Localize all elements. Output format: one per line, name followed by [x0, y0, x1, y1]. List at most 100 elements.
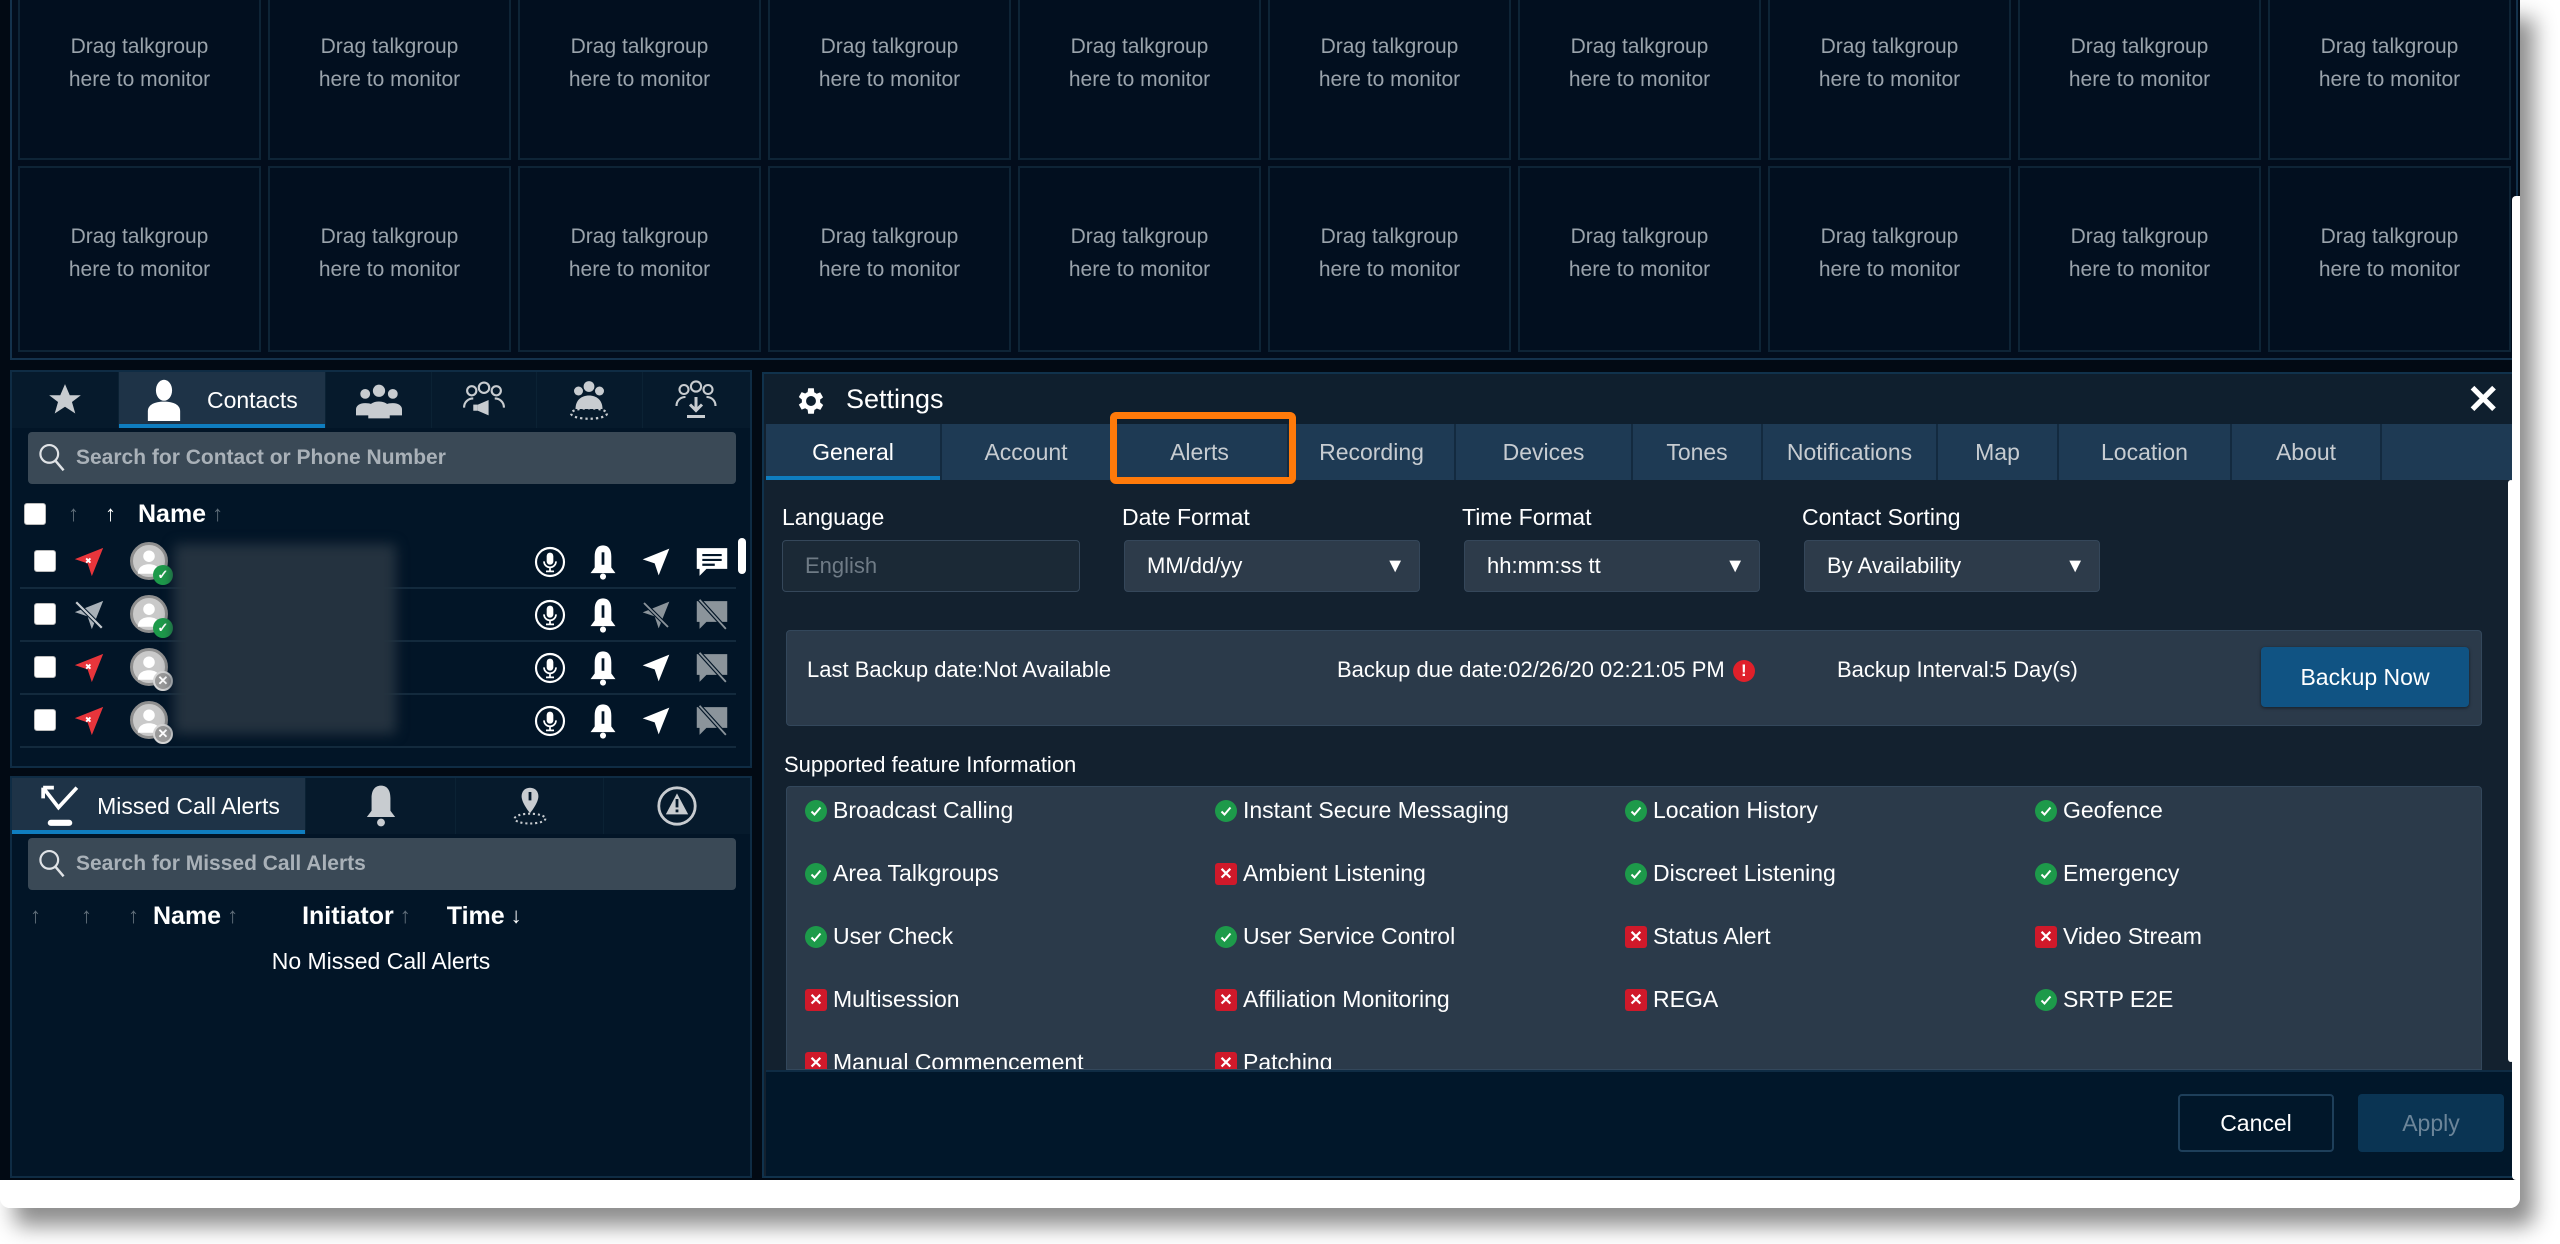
monitor-tile[interactable]: Drag talkgroup here to monitor [18, 0, 261, 160]
location-unavailable-icon [72, 650, 106, 691]
monitor-tile-text: here to monitor [1568, 258, 1711, 281]
time-column-header[interactable]: Time [447, 902, 505, 931]
location-icon[interactable] [640, 704, 672, 743]
location-icon[interactable] [640, 651, 672, 690]
ptt-call-icon[interactable] [534, 598, 566, 637]
monitor-tile[interactable]: Drag talkgroup here to monitor [1768, 0, 2011, 160]
monitor-tile[interactable]: Drag talkgroup here to monitor [518, 0, 761, 160]
geofence-icon [513, 787, 546, 825]
contacts-panel: Contacts ↑ ↑ Name ↑ ✓ ✓ ✕ ✕ [10, 370, 752, 768]
monitor-tile[interactable]: Drag talkgroup here to monitor [1768, 166, 2011, 352]
cancel-button[interactable]: Cancel [2178, 1094, 2334, 1152]
ptt-call-icon[interactable] [534, 545, 566, 584]
tab-talkgroups[interactable] [326, 372, 432, 428]
tab-tones[interactable]: Tones [1633, 424, 1763, 480]
time-format-value: hh:mm:ss tt [1487, 553, 1601, 578]
main-scrollbar[interactable] [2512, 196, 2520, 1180]
check-circle-icon [1625, 799, 1647, 822]
check-circle-icon [2035, 862, 2057, 885]
tab-map[interactable]: Map [1938, 424, 2059, 480]
name-column-header[interactable]: Name [153, 902, 221, 931]
call-alert-icon[interactable] [588, 597, 618, 638]
missed-call-search-field[interactable] [28, 838, 736, 890]
time-format-select[interactable]: hh:mm:ss tt ▼ [1464, 540, 1760, 592]
ptt-call-icon[interactable] [534, 651, 566, 690]
feature-name: Multisession [833, 986, 960, 1012]
close-icon[interactable]: ✕ [2466, 380, 2500, 420]
message-icon[interactable] [694, 545, 730, 584]
tab-about[interactable]: About [2232, 424, 2382, 480]
contact-sorting-label: Contact Sorting [1802, 504, 1961, 530]
tab-location[interactable]: Location [2059, 424, 2232, 480]
contact-checkbox[interactable] [34, 656, 56, 678]
contact-sorting-select[interactable]: By Availability ▼ [1804, 540, 2100, 592]
monitor-tile-text: Drag talkgroup [1570, 35, 1709, 58]
tab-general[interactable]: General [766, 424, 942, 480]
monitor-tile[interactable]: Drag talkgroup here to monitor [268, 166, 511, 352]
initiator-column-header[interactable]: Initiator [302, 902, 394, 931]
sort-arrow-icon[interactable]: ↑ [81, 903, 92, 929]
contact-checkbox[interactable] [34, 550, 56, 572]
tab-notifications[interactable]: Notifications [1763, 424, 1938, 480]
monitor-tile[interactable]: Drag talkgroup here to monitor [1018, 0, 1261, 160]
contacts-scrollbar[interactable] [738, 538, 746, 574]
apply-button[interactable]: Apply [2358, 1094, 2504, 1152]
tab-favorites[interactable] [12, 372, 120, 428]
monitor-tile-text: Drag talkgroup [2070, 225, 2209, 248]
monitor-tile[interactable]: Drag talkgroup here to monitor [1268, 166, 1511, 352]
monitor-tile[interactable]: Drag talkgroup here to monitor [1018, 166, 1261, 352]
call-alert-icon[interactable] [588, 703, 618, 744]
monitor-tile[interactable]: Drag talkgroup here to monitor [1518, 0, 1761, 160]
contact-search-input[interactable] [76, 446, 705, 470]
monitor-tile[interactable]: Drag talkgroup here to monitor [1268, 0, 1511, 160]
select-all-checkbox[interactable] [24, 503, 46, 525]
name-column-header[interactable]: Name [138, 500, 206, 529]
sort-arrow-icon[interactable]: ↑ [30, 903, 41, 929]
monitor-tile[interactable]: Drag talkgroup here to monitor [2018, 0, 2261, 160]
date-format-select[interactable]: MM/dd/yy ▼ [1124, 540, 1420, 592]
call-alert-icon[interactable] [588, 650, 618, 691]
monitor-tile[interactable]: Drag talkgroup here to monitor [518, 166, 761, 352]
settings-footer: Cancel Apply [766, 1070, 2516, 1176]
contact-search-field[interactable] [28, 432, 736, 484]
tab-alerts[interactable] [306, 778, 456, 834]
sort-arrow-name-icon[interactable]: ↑ [212, 501, 223, 527]
contact-checkbox[interactable] [34, 709, 56, 731]
tab-contacts[interactable]: Contacts [119, 372, 327, 428]
tab-recording[interactable]: Recording [1289, 424, 1456, 480]
message-disabled-icon[interactable] [694, 704, 730, 743]
sort-arrow-initiator-icon[interactable]: ↑ [400, 903, 411, 929]
tab-alerts[interactable]: Alerts [1112, 424, 1289, 480]
monitor-tile[interactable]: Drag talkgroup here to monitor [268, 0, 511, 160]
sort-arrow-presence-icon[interactable]: ↑ [105, 501, 116, 527]
monitor-tile[interactable]: Drag talkgroup here to monitor [1518, 166, 1761, 352]
tab-broadcast-groups[interactable] [432, 372, 538, 428]
sort-arrow-time-icon[interactable]: ↓ [511, 903, 522, 929]
contact-checkbox[interactable] [34, 603, 56, 625]
tab-area-groups[interactable] [537, 372, 643, 428]
sort-arrow-icon[interactable]: ↑ [128, 903, 139, 929]
sort-arrow-location-icon[interactable]: ↑ [68, 501, 79, 527]
tab-missed-call-alerts[interactable]: Missed Call Alerts [12, 778, 306, 834]
message-disabled-icon[interactable] [694, 651, 730, 690]
message-disabled-icon[interactable] [694, 598, 730, 637]
tab-account[interactable]: Account [942, 424, 1112, 480]
missed-call-search-input[interactable] [76, 852, 705, 876]
monitor-tile[interactable]: Drag talkgroup here to monitor [2268, 0, 2511, 160]
tab-emergency-alerts[interactable] [604, 778, 750, 834]
tab-dynamic-groups[interactable] [643, 372, 750, 428]
ptt-call-icon[interactable] [534, 704, 566, 743]
tab-geofence-alerts[interactable] [456, 778, 604, 834]
location-disabled-icon[interactable] [640, 598, 672, 637]
monitor-tile[interactable]: Drag talkgroup here to monitor [2268, 166, 2511, 352]
call-alert-icon[interactable] [588, 544, 618, 585]
monitor-tile[interactable]: Drag talkgroup here to monitor [2018, 166, 2261, 352]
location-icon[interactable] [640, 545, 672, 584]
backup-now-button[interactable]: Backup Now [2261, 647, 2469, 707]
monitor-tile[interactable]: Drag talkgroup here to monitor [18, 166, 261, 352]
monitor-tile-text: here to monitor [2068, 68, 2211, 91]
monitor-tile[interactable]: Drag talkgroup here to monitor [768, 0, 1011, 160]
tab-devices[interactable]: Devices [1456, 424, 1633, 480]
monitor-tile[interactable]: Drag talkgroup here to monitor [768, 166, 1011, 352]
sort-arrow-name-icon[interactable]: ↑ [227, 903, 238, 929]
